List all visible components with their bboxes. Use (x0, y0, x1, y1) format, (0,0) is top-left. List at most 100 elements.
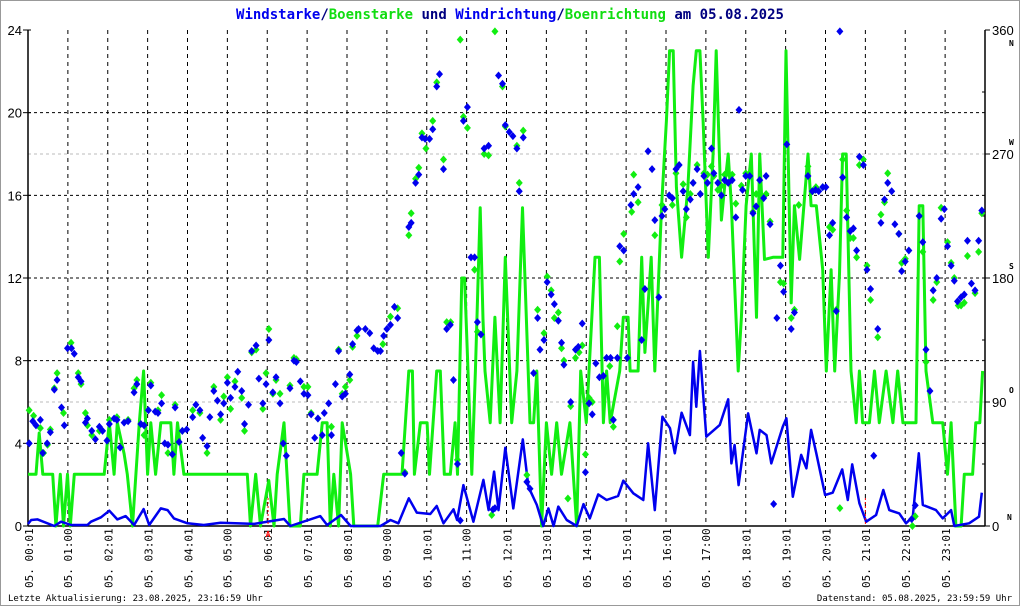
title-boenstarke: Boenstarke (329, 7, 413, 23)
windrichtung-point (436, 70, 444, 79)
boenrichtung-point (628, 207, 636, 216)
windrichtung-point (459, 116, 467, 125)
windrichtung-point (501, 121, 509, 130)
left-tick-label: 12 (8, 271, 22, 286)
windrichtung-point (693, 165, 701, 174)
boenrichtung-point (874, 333, 882, 342)
boenrichtung-point (571, 353, 579, 362)
windrichtung-point (567, 398, 575, 406)
last-update-text: Letzte Aktualisierung: 23.08.2025, 23:16… (8, 594, 263, 604)
boenrichtung-point (884, 169, 892, 178)
series-layer (25, 27, 986, 530)
compass-label: N (1007, 513, 1012, 522)
windrichtung-point (471, 253, 479, 262)
x-tick-label: 05. 02:01 (103, 528, 116, 588)
x-tick-label: 05. 16:01 (661, 528, 674, 588)
boenrichtung-point (463, 123, 471, 132)
windrichtung-point (898, 267, 906, 276)
boenrichtung-point (422, 144, 430, 153)
windrichtung-point (895, 229, 903, 238)
left-tick-label: 4 (15, 436, 22, 451)
windrichtung-point (870, 451, 878, 460)
boenrichtung-point (25, 406, 33, 415)
windrichtung-point (241, 420, 249, 429)
windrichtung-point (519, 133, 527, 142)
boenrichtung-point (491, 27, 499, 36)
compass-label: N (1009, 39, 1014, 48)
windrichtung-point (252, 341, 260, 350)
windrichtung-point (495, 71, 503, 80)
boenrichtung-point (304, 382, 312, 391)
windrichtung-point (394, 313, 402, 322)
windrichtung-point (963, 236, 971, 245)
windrichtung-point (296, 377, 304, 386)
boenrichtung-point (581, 450, 589, 459)
chart-title: Windstarke/Boenstarke und Windrichtung/B… (236, 7, 784, 23)
boenrichtung-point (407, 209, 415, 218)
boenrichtung-point (613, 322, 621, 331)
windrichtung-point (773, 313, 781, 322)
boenrichtung-point (456, 35, 464, 44)
x-tick-label: 05. 18:01 (741, 528, 754, 588)
windrichtung-point (282, 451, 290, 460)
title-boenrichtung: Boenrichtung (565, 7, 666, 23)
windrichtung-point (220, 399, 228, 408)
windrichtung-point (189, 413, 197, 422)
windrichtung-point (50, 385, 58, 394)
x-tick-label: 05. 04:01 (182, 528, 195, 588)
boenrichtung-point (220, 392, 228, 401)
windrichtung-point (891, 220, 899, 229)
x-tick-label: 05. 01:00 (62, 528, 75, 588)
windrichtung-point (627, 200, 635, 209)
boenrichtung-point (265, 324, 273, 333)
windrichtung-point (696, 189, 704, 198)
boenrichtung-point (795, 200, 803, 209)
windrichtung-point (749, 209, 757, 218)
windrichtung-point (588, 410, 596, 419)
x-tick-label: 05. 05:00 (221, 528, 234, 588)
boenrichtung-point (679, 180, 687, 189)
windrichtung-point (884, 178, 892, 187)
windrichtung-point (929, 286, 937, 295)
windrichtung-point (255, 374, 263, 383)
wind-chart: Windstarke/Boenstarke und Windrichtung/B… (8, 7, 1014, 604)
boenrichtung-point (276, 389, 284, 398)
boenrichtung-point (630, 170, 638, 179)
left-tick-label: 0 (15, 519, 22, 534)
boenrichtung-point (554, 308, 562, 317)
windrichtung-point (320, 409, 328, 418)
title-windstarke: Windstarke (236, 7, 320, 23)
windrichtung-point (238, 386, 246, 395)
windrichtung-point (158, 399, 166, 408)
boenrichtung-point (843, 206, 851, 215)
windrichtung-point (433, 82, 441, 91)
compass-label: O (1009, 386, 1014, 395)
title-date: am 05.08.2025 (666, 7, 784, 23)
windrichtung-point (787, 324, 795, 333)
boenrichtung-point (53, 369, 61, 378)
windrichtung-point (877, 218, 885, 227)
windrichtung-point (429, 125, 437, 134)
windrichtung-point (536, 345, 544, 354)
boenrichtung-point (975, 247, 983, 256)
windrichtung-point (269, 388, 277, 397)
x-tick-label: 05. 03:01 (142, 528, 155, 588)
windrichtung-point (682, 205, 690, 214)
boenrichtung-point (262, 369, 270, 378)
boenrichtung-point (853, 253, 861, 262)
windrichtung-point (543, 278, 551, 287)
right-tick-label: 90 (992, 395, 1006, 410)
x-tick-label: 05. 12:01 (501, 528, 514, 588)
windrichtung-point (331, 380, 339, 389)
windrichtung-point (307, 410, 315, 419)
windrichtung-point (60, 421, 68, 430)
windrichtung-point (227, 393, 235, 402)
boenrichtung-point (515, 178, 523, 187)
windrichtung-point (919, 238, 927, 247)
windrichtung-point (560, 360, 568, 369)
windrichtung-point (231, 382, 239, 391)
boenrichtung-point (203, 448, 211, 457)
windrichtung-point (25, 439, 33, 448)
boenrichtung-point (429, 116, 437, 125)
boenrichtung-point (341, 382, 349, 391)
